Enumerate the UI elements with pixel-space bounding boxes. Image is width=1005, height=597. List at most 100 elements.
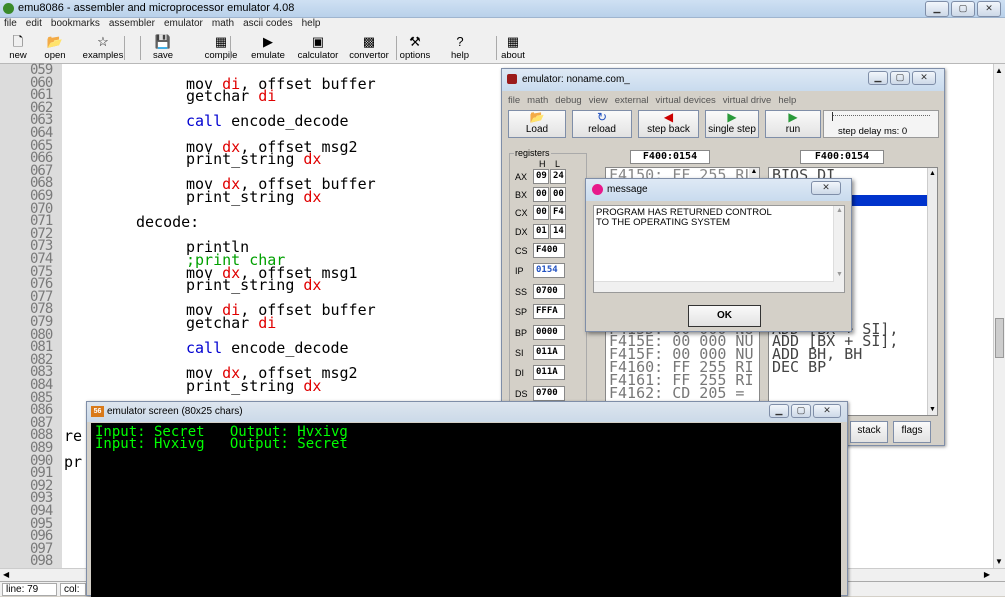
toolbar-new-button[interactable]: 🗋 new	[6, 34, 30, 61]
message-scrollbar[interactable]: ▲ ▼	[833, 206, 844, 292]
stack-button[interactable]: stack	[850, 421, 888, 443]
registers-label: registers	[514, 148, 551, 158]
code-line[interactable]: print_string dx	[186, 278, 321, 293]
menu-item-assembler[interactable]: assembler	[109, 18, 155, 32]
toolbar-options-button[interactable]: ⚒ options	[392, 34, 438, 61]
register-ax-high[interactable]: 09	[533, 169, 549, 184]
menu-item-edit[interactable]: edit	[26, 18, 42, 32]
toolbar-about-button[interactable]: ▦ about	[497, 34, 529, 61]
close-icon[interactable]: ✕	[977, 1, 1001, 17]
toolbar-help-button[interactable]: ? help	[445, 34, 475, 61]
message-text-box[interactable]: PROGRAM HAS RETURNED CONTROL TO THE OPER…	[593, 205, 845, 293]
minimize-icon[interactable]: ▁	[925, 1, 949, 17]
maximize-icon[interactable]: ▢	[791, 404, 811, 418]
code-line[interactable]: print_string dx	[186, 379, 321, 394]
register-dx-low[interactable]: 14	[550, 223, 566, 239]
close-icon[interactable]: ✕	[813, 404, 841, 418]
emulator-menu-virtual-devices[interactable]: virtual devices	[656, 95, 716, 106]
address-right-field[interactable]: F400:0154	[800, 150, 884, 164]
emulator-run-button[interactable]: ▶ run	[765, 110, 821, 138]
toolbar-examples-button[interactable]: ☆ examples	[78, 34, 128, 61]
emulator-single-step-button[interactable]: ▶ single step	[705, 110, 759, 138]
scroll-up-icon[interactable]: ▲	[929, 170, 936, 177]
maximize-icon[interactable]: ▢	[951, 1, 975, 17]
code-line[interactable]: getchar di	[186, 316, 276, 331]
editor-vertical-scrollbar[interactable]: ▲ ▼	[993, 64, 1005, 568]
open-folder-icon: 📂	[46, 34, 64, 49]
menu-item-emulator[interactable]: emulator	[164, 18, 203, 32]
emulator-button-label: reload	[588, 124, 616, 135]
emulator-app-icon	[507, 74, 517, 84]
toolbar-compile-button[interactable]: ▦ compile	[199, 34, 243, 61]
code-line[interactable]: print_string dx	[186, 152, 321, 167]
register-ax-low[interactable]: 24	[550, 169, 566, 184]
code-line[interactable]: decode:	[136, 215, 199, 230]
scroll-down-icon[interactable]: ▼	[995, 557, 1003, 566]
register-dx-high[interactable]: 01	[533, 223, 549, 239]
register-row-sp: SP FFFA	[510, 303, 588, 321]
ok-button[interactable]: OK	[688, 305, 761, 327]
emulator-menu-help[interactable]: help	[778, 95, 796, 106]
maximize-icon[interactable]: ▢	[890, 71, 910, 85]
menu-item-bookmarks[interactable]: bookmarks	[51, 18, 100, 32]
emulator-menu-external[interactable]: external	[615, 95, 649, 106]
toolbar-separator	[124, 36, 125, 60]
emulator-menu-virtual-drive[interactable]: virtual drive	[723, 95, 772, 106]
step-delay-slider[interactable]: step delay ms: 0	[823, 110, 939, 138]
menu-item-help[interactable]: help	[302, 18, 321, 32]
close-icon[interactable]: ✕	[912, 71, 936, 85]
scroll-up-icon[interactable]: ▲	[836, 207, 843, 214]
code-line[interactable]: call encode_decode	[186, 114, 349, 129]
scroll-down-icon[interactable]: ▼	[836, 271, 843, 278]
register-ss-value[interactable]: 0700	[533, 283, 565, 299]
register-ds-value[interactable]: 0700	[533, 385, 565, 401]
register-bx-high[interactable]: 00	[533, 187, 549, 203]
code-line[interactable]: getchar di	[186, 89, 276, 104]
menu-item-ascii-codes[interactable]: ascii codes	[243, 18, 292, 32]
register-ip-value[interactable]: 0154	[533, 263, 565, 279]
scroll-thumb[interactable]	[995, 318, 1004, 358]
register-cx-low[interactable]: F4	[550, 205, 566, 221]
register-name: CS	[515, 246, 528, 256]
screen-output[interactable]: Input: Secret Output: Hvxivg Input: Hvxiv…	[91, 423, 841, 597]
close-icon[interactable]: ✕	[811, 181, 841, 195]
address-left-field[interactable]: F400:0154	[630, 150, 710, 164]
code-token-kw: getchar	[186, 87, 259, 106]
scroll-right-icon[interactable]: ▶	[984, 570, 990, 579]
disassembly-scrollbar[interactable]: ▲ ▼	[927, 168, 937, 415]
scroll-up-icon[interactable]: ▲	[995, 66, 1003, 75]
code-line[interactable]: re	[64, 429, 82, 444]
minimize-icon[interactable]: ▁	[868, 71, 888, 85]
flags-button[interactable]: flags	[893, 421, 931, 443]
register-cx-high[interactable]: 00	[533, 205, 549, 221]
emulator-menu-math[interactable]: math	[527, 95, 548, 106]
menu-item-file[interactable]: file	[4, 18, 17, 32]
register-name: DX	[515, 226, 528, 237]
emulator-menu-debug[interactable]: debug	[555, 95, 581, 106]
menu-item-math[interactable]: math	[212, 18, 234, 32]
register-bp-value[interactable]: 0000	[533, 324, 565, 340]
minimize-icon[interactable]: ▁	[769, 404, 789, 418]
toolbar-emulate-button[interactable]: ▶ emulate	[246, 34, 290, 61]
scroll-down-icon[interactable]: ▼	[929, 406, 936, 413]
register-di-value[interactable]: 011A	[533, 365, 565, 381]
message-hscrollbar[interactable]	[594, 281, 834, 292]
register-si-value[interactable]: 011A	[533, 345, 565, 360]
emulator-menu-view[interactable]: view	[589, 95, 608, 106]
toolbar-help-label: help	[451, 50, 469, 61]
register-bx-low[interactable]: 00	[550, 187, 566, 203]
code-line[interactable]: print_string dx	[186, 190, 321, 205]
register-sp-value[interactable]: FFFA	[533, 304, 565, 320]
toolbar-convertor-button[interactable]: ▩ convertor	[346, 34, 392, 61]
emulator-menu-file[interactable]: file	[508, 95, 520, 106]
emulator-Load-button[interactable]: 📂 Load	[508, 110, 566, 138]
scroll-left-icon[interactable]: ◀	[3, 570, 9, 579]
register-cs-value[interactable]: F400	[533, 243, 565, 258]
toolbar-save-button[interactable]: 💾 save	[148, 34, 178, 61]
emulator-reload-button[interactable]: ↻ reload	[572, 110, 632, 138]
emulator-step-back-button[interactable]: ◀ step back	[638, 110, 699, 138]
toolbar-open-button[interactable]: 📂 open	[38, 34, 72, 61]
code-line[interactable]: pr	[64, 454, 82, 469]
code-line[interactable]: call encode_decode	[186, 341, 349, 356]
toolbar-calculator-button[interactable]: ▣ calculator	[292, 34, 344, 61]
